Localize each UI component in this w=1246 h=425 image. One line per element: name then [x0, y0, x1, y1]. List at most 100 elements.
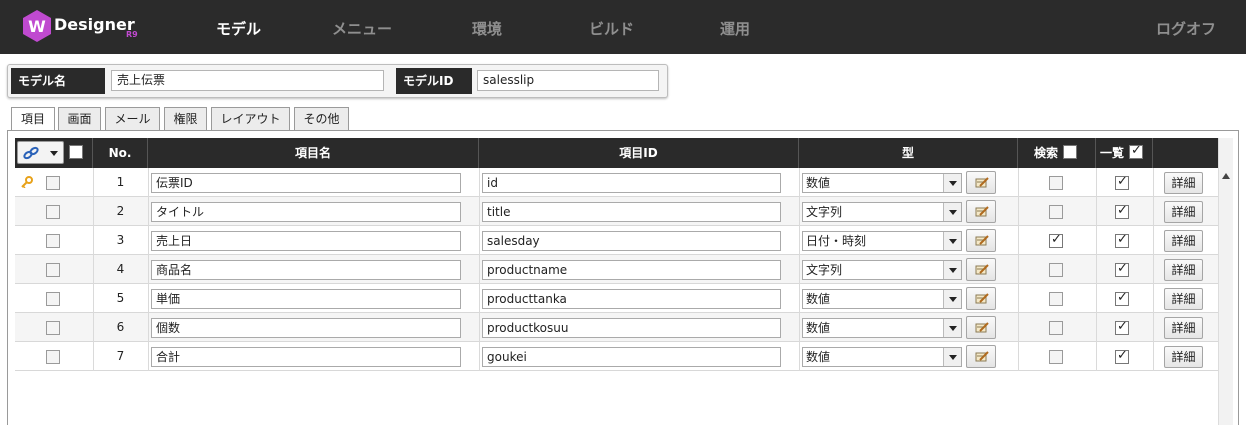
item-id-input[interactable]: producttanka	[482, 289, 781, 309]
list-all-checkbox[interactable]	[1129, 143, 1143, 159]
item-id-input[interactable]: productname	[482, 260, 781, 280]
model-id-input[interactable]: salesslip	[477, 70, 659, 91]
tab-permission[interactable]: 権限	[164, 107, 207, 130]
row-select-checkbox[interactable]	[46, 205, 60, 219]
detail-button[interactable]: 詳細	[1164, 288, 1203, 310]
select-all-checkbox[interactable]	[69, 145, 83, 159]
row-select-checkbox[interactable]	[46, 176, 60, 190]
row-select-checkbox[interactable]	[46, 350, 60, 364]
nav-operation[interactable]: 運用	[720, 18, 750, 39]
list-checkbox[interactable]	[1115, 232, 1129, 248]
type-select[interactable]: 日付・時刻	[802, 231, 962, 251]
type-settings-button[interactable]	[966, 258, 996, 281]
chevron-down-icon	[943, 203, 961, 221]
row-number: 4	[116, 262, 125, 276]
list-checkbox[interactable]	[1115, 319, 1129, 335]
type-select[interactable]: 文字列	[802, 202, 962, 222]
item-id-input[interactable]: salesday	[482, 231, 781, 251]
cell-divider	[1153, 313, 1154, 342]
search-checkbox[interactable]	[1049, 176, 1063, 190]
item-name-input[interactable]: 合計	[151, 347, 461, 367]
nav-build[interactable]: ビルド	[589, 18, 634, 39]
header-no: No.	[93, 138, 148, 168]
header-item-name: 項目名	[148, 138, 479, 168]
model-name-label: モデル名	[11, 68, 105, 94]
cell-divider	[1018, 313, 1019, 342]
item-name-input[interactable]: 伝票ID	[151, 173, 461, 193]
detail-button[interactable]: 詳細	[1164, 317, 1203, 339]
cell-divider	[1096, 342, 1097, 371]
item-id-input[interactable]: productkosuu	[482, 318, 781, 338]
type-settings-button[interactable]	[966, 345, 996, 368]
logo-version: R9	[126, 30, 138, 39]
table-row: 4 商品名 productname 文字列 詳細	[15, 255, 1218, 284]
search-checkbox[interactable]	[1049, 263, 1063, 277]
cell-divider	[799, 342, 800, 371]
item-name-input[interactable]: 商品名	[151, 260, 461, 280]
nav-menu[interactable]: メニュー	[332, 18, 392, 39]
row-select-checkbox[interactable]	[46, 234, 60, 248]
type-settings-button[interactable]	[966, 171, 996, 194]
row-select-checkbox[interactable]	[46, 321, 60, 335]
scroll-up-arrow-icon[interactable]	[1222, 173, 1230, 179]
tab-layout[interactable]: レイアウト	[211, 107, 290, 130]
row-number: 7	[116, 349, 125, 363]
search-checkbox[interactable]	[1049, 321, 1063, 335]
tab-mail[interactable]: メール	[105, 107, 160, 130]
type-settings-button[interactable]	[966, 229, 996, 252]
search-checkbox[interactable]	[1049, 292, 1063, 306]
detail-button[interactable]: 詳細	[1164, 172, 1203, 194]
type-select-value: 数値	[806, 292, 831, 306]
type-select[interactable]: 数値	[802, 347, 962, 367]
item-id-input[interactable]: title	[482, 202, 781, 222]
cell-divider	[148, 342, 149, 371]
search-checkbox[interactable]	[1049, 205, 1063, 219]
nav-environment[interactable]: 環境	[472, 18, 502, 39]
cell-divider	[479, 197, 480, 226]
cell-divider	[1096, 313, 1097, 342]
header-search: 検索	[1034, 146, 1059, 160]
list-checkbox[interactable]	[1115, 290, 1129, 306]
logoff-link[interactable]: ログオフ	[1156, 18, 1216, 39]
tab-items[interactable]: 項目	[11, 107, 55, 131]
search-checkbox[interactable]	[1049, 350, 1063, 364]
bulk-action-dropdown[interactable]	[17, 141, 64, 164]
detail-button[interactable]: 詳細	[1164, 346, 1203, 368]
list-checkbox[interactable]	[1115, 348, 1129, 364]
list-checkbox[interactable]	[1115, 174, 1129, 190]
type-settings-button[interactable]	[966, 200, 996, 223]
item-id-input[interactable]: id	[482, 173, 781, 193]
edit-pencil-icon	[975, 351, 989, 362]
type-settings-button[interactable]	[966, 287, 996, 310]
item-name-input[interactable]: 個数	[151, 318, 461, 338]
item-name-input[interactable]: 売上日	[151, 231, 461, 251]
tab-other[interactable]: その他	[294, 107, 349, 130]
type-settings-button[interactable]	[966, 316, 996, 339]
row-select-checkbox[interactable]	[46, 292, 60, 306]
item-name-input[interactable]: 単価	[151, 289, 461, 309]
detail-button[interactable]: 詳細	[1164, 201, 1203, 223]
item-id-input[interactable]: goukei	[482, 347, 781, 367]
list-checkbox[interactable]	[1115, 261, 1129, 277]
type-select[interactable]: 数値	[802, 173, 962, 193]
cell-divider	[1018, 197, 1019, 226]
vertical-scrollbar[interactable]	[1218, 138, 1233, 425]
list-checkbox[interactable]	[1115, 203, 1129, 219]
type-select[interactable]: 数値	[802, 318, 962, 338]
row-select-checkbox[interactable]	[46, 263, 60, 277]
chevron-down-icon	[943, 290, 961, 308]
detail-button[interactable]: 詳細	[1164, 259, 1203, 281]
detail-button[interactable]: 詳細	[1164, 230, 1203, 252]
type-select[interactable]: 数値	[802, 289, 962, 309]
tab-screen[interactable]: 画面	[58, 107, 101, 130]
nav-model[interactable]: モデル	[216, 18, 261, 39]
cell-divider	[799, 197, 800, 226]
model-name-input[interactable]: 売上伝票	[111, 70, 384, 91]
type-select-value: 数値	[806, 350, 831, 364]
cell-divider	[1096, 197, 1097, 226]
item-name-input[interactable]: タイトル	[151, 202, 461, 222]
cell-divider	[148, 255, 149, 284]
type-select[interactable]: 文字列	[802, 260, 962, 280]
search-all-checkbox[interactable]	[1063, 145, 1077, 159]
search-checkbox[interactable]	[1049, 232, 1063, 248]
